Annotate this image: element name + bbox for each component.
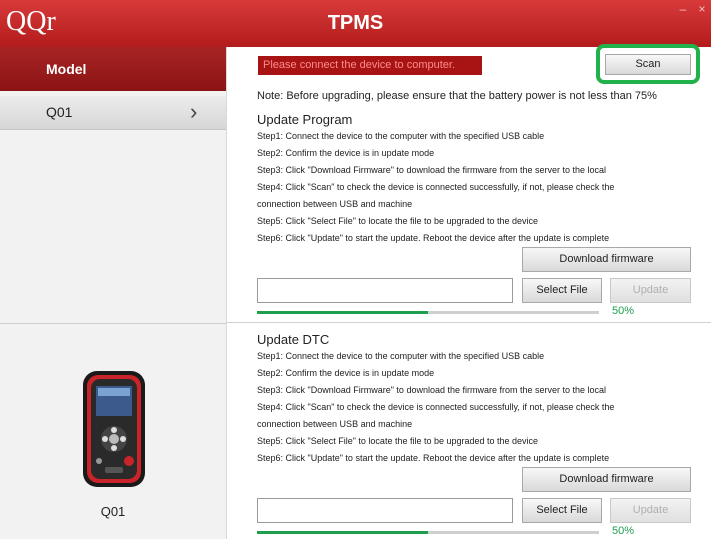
step-text: Step3: Click "Download Firmware" to down… [257, 385, 607, 395]
update-button[interactable]: Update [610, 278, 691, 303]
sidebar-item-q01[interactable]: Q01 › [0, 96, 226, 130]
download-firmware-button[interactable]: Download firmware [522, 467, 691, 492]
progress-label: 50% [612, 305, 635, 317]
minimize-icon[interactable]: – [675, 2, 691, 16]
step-text: Step3: Click "Download Firmware" to down… [257, 165, 607, 175]
section-title: Update Program [257, 112, 353, 127]
step-text: Step1: Connect the device to the compute… [257, 351, 545, 361]
title-bar: QQr TPMS – × [0, 0, 711, 47]
step-text: Step6: Click "Update" to start the updat… [257, 453, 610, 463]
download-firmware-button[interactable]: Download firmware [522, 247, 691, 272]
step-text: Step6: Click "Update" to start the updat… [257, 233, 610, 243]
step-text: Step4: Click "Scan" to check the device … [257, 182, 615, 192]
step-text: connection between USB and machine [257, 419, 413, 429]
chevron-right-icon: › [190, 99, 198, 124]
progress-label: 50% [612, 525, 635, 537]
status-message: Please connect the device to computer. [258, 56, 482, 75]
step-text: Step5: Click "Select File" to locate the… [257, 436, 539, 446]
file-path-input[interactable] [257, 278, 513, 303]
select-file-button[interactable]: Select File [522, 278, 602, 303]
device-name: Q01 [100, 504, 126, 519]
sidebar: Model Q01 › Q01 [0, 47, 227, 539]
sidebar-item-label: Q01 [46, 104, 73, 120]
step-text: Step2: Confirm the device is in update m… [257, 368, 435, 378]
section-divider [227, 322, 711, 323]
section-title: Update DTC [257, 332, 330, 347]
progress-bar [257, 531, 599, 534]
progress-fill [257, 311, 428, 314]
device-image [83, 371, 145, 487]
step-text: Step4: Click "Scan" to check the device … [257, 402, 615, 412]
step-text: Step2: Confirm the device is in update m… [257, 148, 435, 158]
close-icon[interactable]: × [694, 2, 710, 16]
progress-fill [257, 531, 428, 534]
scan-button[interactable]: Scan [605, 54, 691, 75]
sidebar-header: Model [0, 47, 226, 91]
app-title: TPMS [327, 12, 384, 34]
file-path-input[interactable] [257, 498, 513, 523]
sidebar-divider [0, 323, 226, 324]
sidebar-header-label: Model [46, 61, 87, 77]
main-panel: Please connect the device to computer. S… [227, 44, 711, 539]
progress-bar [257, 311, 599, 314]
step-text: connection between USB and machine [257, 199, 413, 209]
battery-note: Note: Before upgrading, please ensure th… [257, 90, 657, 102]
step-text: Step5: Click "Select File" to locate the… [257, 216, 539, 226]
select-file-button[interactable]: Select File [522, 498, 602, 523]
step-text: Step1: Connect the device to the compute… [257, 131, 545, 141]
update-button[interactable]: Update [610, 498, 691, 523]
